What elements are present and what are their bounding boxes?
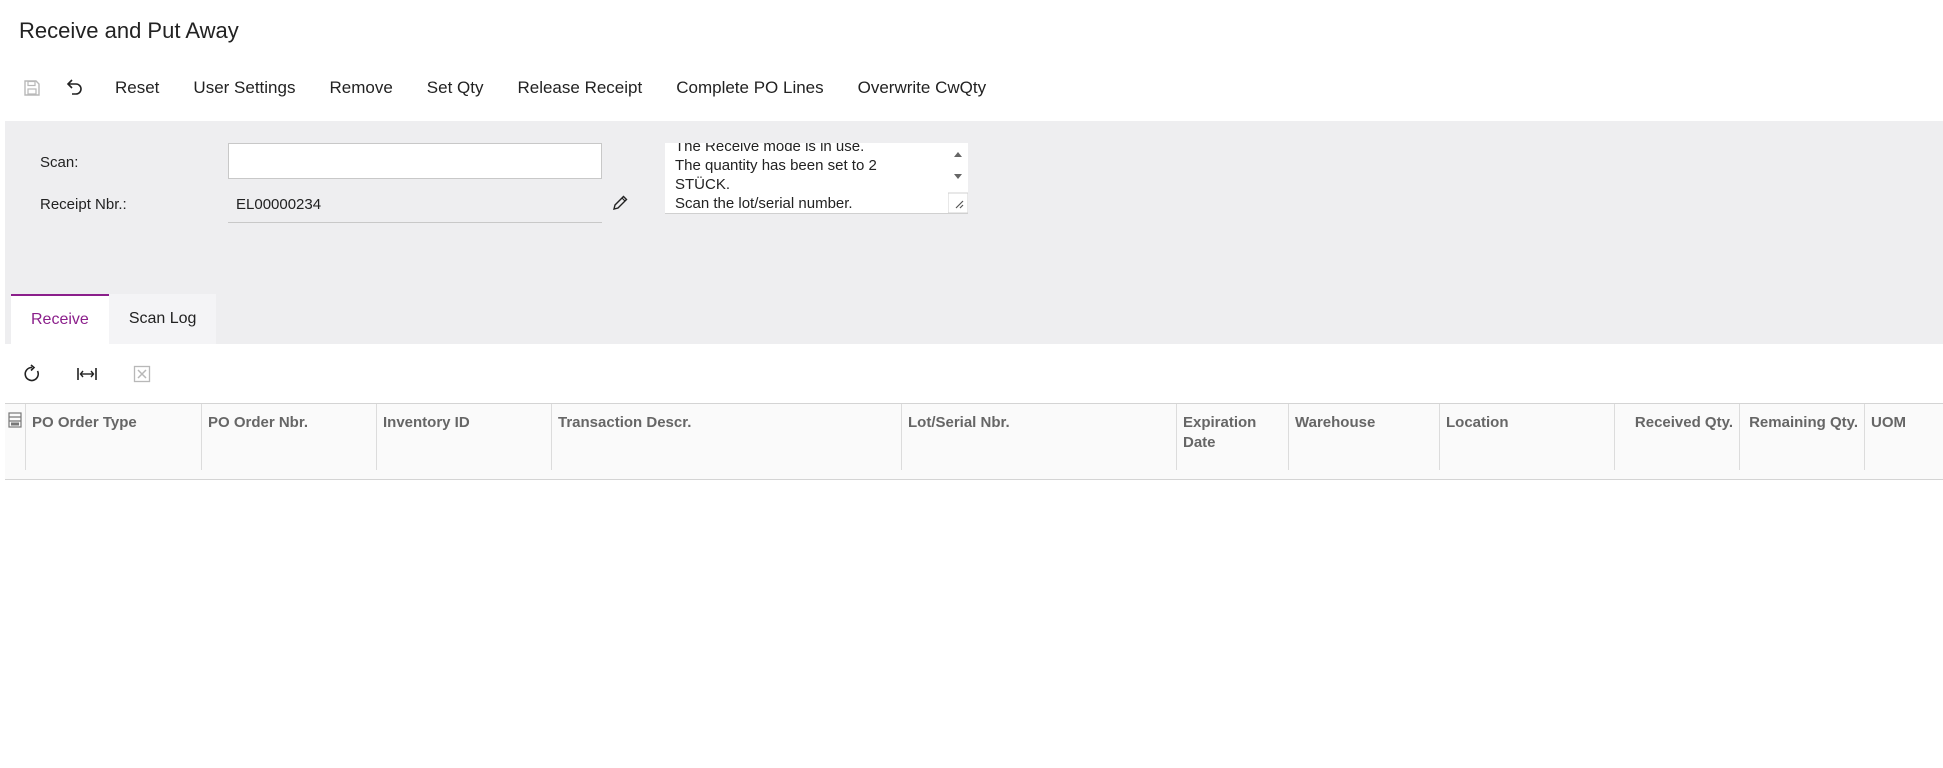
form-area: Scan: Receipt Nbr.: EL00000234 The Recei… — [5, 121, 1943, 344]
col-transaction-descr[interactable]: Transaction Descr. — [552, 404, 902, 470]
pencil-edit-icon[interactable] — [611, 194, 629, 212]
col-inventory-id[interactable]: Inventory ID — [377, 404, 552, 470]
message-line: STÜCK. — [675, 176, 731, 193]
toolbar: Reset User Settings Remove Set Qty Relea… — [14, 68, 1003, 108]
message-line: The quantity has been set to 2 — [675, 157, 877, 174]
grid-toolbar — [14, 356, 179, 392]
col-remaining-qty[interactable]: Remaining Qty. — [1740, 404, 1865, 470]
set-qty-button[interactable]: Set Qty — [427, 78, 484, 98]
col-lot-serial-nbr[interactable]: Lot/Serial Nbr. — [902, 404, 1177, 470]
col-received-qty[interactable]: Received Qty. — [1615, 404, 1740, 470]
column-config-icon[interactable] — [8, 412, 22, 428]
col-po-order-type[interactable]: PO Order Type — [26, 404, 202, 470]
receipt-nbr-label: Receipt Nbr.: — [40, 196, 127, 213]
scan-input[interactable] — [228, 143, 602, 179]
receive-grid: PO Order Type PO Order Nbr. Inventory ID… — [5, 403, 1943, 480]
message-log[interactable]: The Receive mode is in use. The quantity… — [665, 143, 968, 214]
tab-bar: Receive Scan Log — [11, 294, 217, 344]
scan-label: Scan: — [40, 154, 79, 171]
page-title: Receive and Put Away — [19, 18, 239, 43]
scroll-down-icon[interactable] — [954, 174, 962, 179]
col-warehouse[interactable]: Warehouse — [1289, 404, 1440, 470]
message-line: Scan the lot/serial number. — [675, 195, 853, 212]
col-uom[interactable]: UOM — [1865, 404, 1943, 470]
message-line: The Receive mode is in use. — [675, 143, 865, 155]
message-scrollbar[interactable] — [947, 143, 968, 213]
complete-po-lines-button[interactable]: Complete PO Lines — [676, 78, 823, 98]
release-receipt-button[interactable]: Release Receipt — [517, 78, 642, 98]
col-po-order-nbr[interactable]: PO Order Nbr. — [202, 404, 377, 470]
overwrite-cwqty-button[interactable]: Overwrite CwQty — [858, 78, 986, 98]
export-excel-icon[interactable] — [124, 356, 160, 392]
user-settings-button[interactable]: User Settings — [193, 78, 295, 98]
undo-icon[interactable] — [56, 70, 92, 106]
fit-columns-icon[interactable] — [69, 356, 105, 392]
scroll-up-icon[interactable] — [954, 152, 962, 157]
tab-scan-log[interactable]: Scan Log — [108, 294, 217, 344]
remove-button[interactable]: Remove — [329, 78, 392, 98]
save-icon[interactable] — [14, 70, 50, 106]
refresh-icon[interactable] — [14, 356, 50, 392]
reset-button[interactable]: Reset — [115, 78, 159, 98]
tab-receive[interactable]: Receive — [11, 294, 109, 344]
message-text: The Receive mode is in use. The quantity… — [675, 143, 945, 213]
row-selector-header[interactable] — [5, 404, 26, 470]
receipt-nbr-field[interactable]: EL00000234 — [228, 191, 602, 223]
col-expiration-date[interactable]: Expiration Date — [1177, 404, 1289, 470]
col-location[interactable]: Location — [1440, 404, 1615, 470]
